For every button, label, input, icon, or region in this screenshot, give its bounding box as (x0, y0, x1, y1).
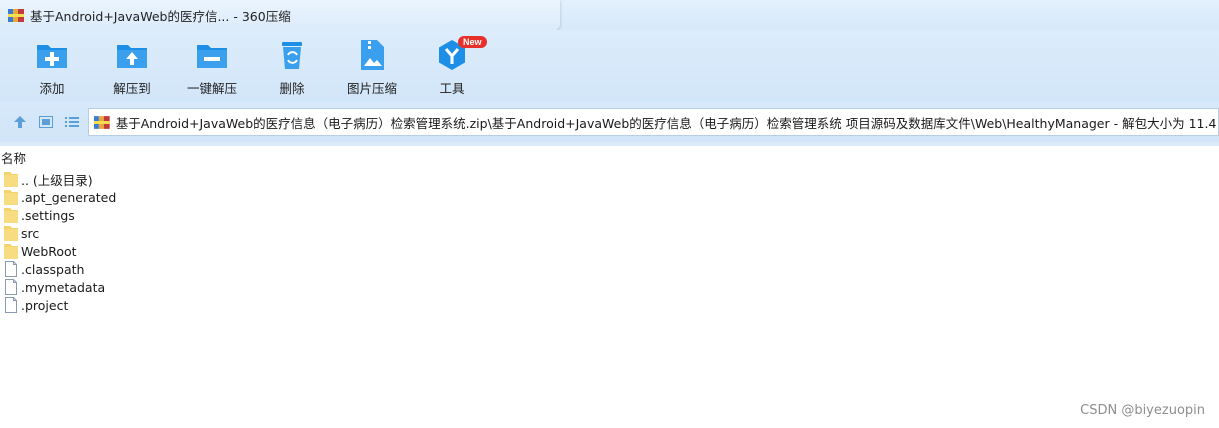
delete-label: 删除 (279, 81, 305, 96)
archive-icon (94, 116, 110, 129)
toolbar: 添加 解压到 一键解压 删除 图片压缩 New 工具 (0, 30, 1219, 102)
file-name: .project (21, 297, 69, 313)
add-label: 添加 (39, 81, 65, 96)
file-list: .. (上级目录) .apt_generated .settings src W… (4, 170, 116, 314)
add-folder-icon (37, 45, 67, 68)
list-view-icon[interactable] (63, 113, 81, 131)
window-tab[interactable]: 基于Android+JavaWeb的医疗信... - 360压缩 (0, 0, 560, 30)
address-bar: 基于Android+JavaWeb的医疗信息（电子病历）检索管理系统.zip\基… (0, 102, 1219, 142)
file-list-panel: 名称 .. (上级目录) .apt_generated .settings sr… (0, 146, 1219, 428)
file-name: .settings (21, 207, 75, 223)
folder-icon (4, 190, 18, 205)
one-click-extract-button[interactable]: 一键解压 (172, 38, 252, 98)
new-badge: New (458, 36, 487, 48)
file-name: .classpath (21, 261, 85, 277)
file-name: .apt_generated (21, 189, 117, 205)
folder-icon (4, 208, 18, 223)
file-name: .mymetadata (21, 279, 106, 295)
file-icon (5, 261, 17, 277)
tools-button[interactable]: New 工具 (412, 36, 492, 98)
image-compress-icon (361, 40, 384, 70)
archive-icon (8, 9, 24, 22)
folder-icon (4, 244, 18, 259)
watermark: CSDN @biyezuopin (1080, 403, 1205, 418)
path-field[interactable]: 基于Android+JavaWeb的医疗信息（电子病历）检索管理系统.zip\基… (88, 108, 1219, 136)
thumbnail-view-icon[interactable] (37, 113, 55, 131)
extract-to-label: 解压到 (113, 81, 151, 96)
file-icon (5, 279, 17, 295)
file-name: src (21, 225, 40, 241)
extract-to-icon (117, 45, 147, 68)
image-compress-label: 图片压缩 (346, 81, 397, 96)
folder-icon (4, 226, 18, 241)
image-compress-button[interactable]: 图片压缩 (332, 38, 412, 98)
file-name: WebRoot (21, 243, 77, 259)
window-title: 基于Android+JavaWeb的医疗信... - 360压缩 (30, 8, 291, 24)
file-name: .. (上级目录) (21, 172, 93, 188)
extract-to-button[interactable]: 解压到 (92, 38, 172, 98)
up-arrow-icon[interactable] (11, 113, 29, 131)
list-item[interactable]: src (4, 224, 116, 242)
recycle-bin-icon (282, 42, 302, 69)
tools-label: 工具 (439, 81, 465, 96)
list-item[interactable]: .settings (4, 206, 116, 224)
list-item[interactable]: .project (4, 296, 116, 314)
folder-icon (4, 172, 18, 187)
file-icon (5, 297, 17, 313)
list-item[interactable]: .classpath (4, 260, 116, 278)
add-button[interactable]: 添加 (12, 38, 92, 98)
list-item[interactable]: WebRoot (4, 242, 116, 260)
list-item[interactable]: .mymetadata (4, 278, 116, 296)
path-text: 基于Android+JavaWeb的医疗信息（电子病历）检索管理系统.zip\基… (115, 115, 1218, 131)
one-click-extract-label: 一键解压 (186, 81, 237, 96)
title-bar: 基于Android+JavaWeb的医疗信... - 360压缩 (0, 0, 1219, 30)
name-column-header[interactable]: 名称 (1, 148, 26, 167)
list-item[interactable]: .. (上级目录) (4, 170, 116, 188)
one-click-extract-icon (197, 45, 227, 68)
list-item[interactable]: .apt_generated (4, 188, 116, 206)
delete-button[interactable]: 删除 (252, 38, 332, 98)
